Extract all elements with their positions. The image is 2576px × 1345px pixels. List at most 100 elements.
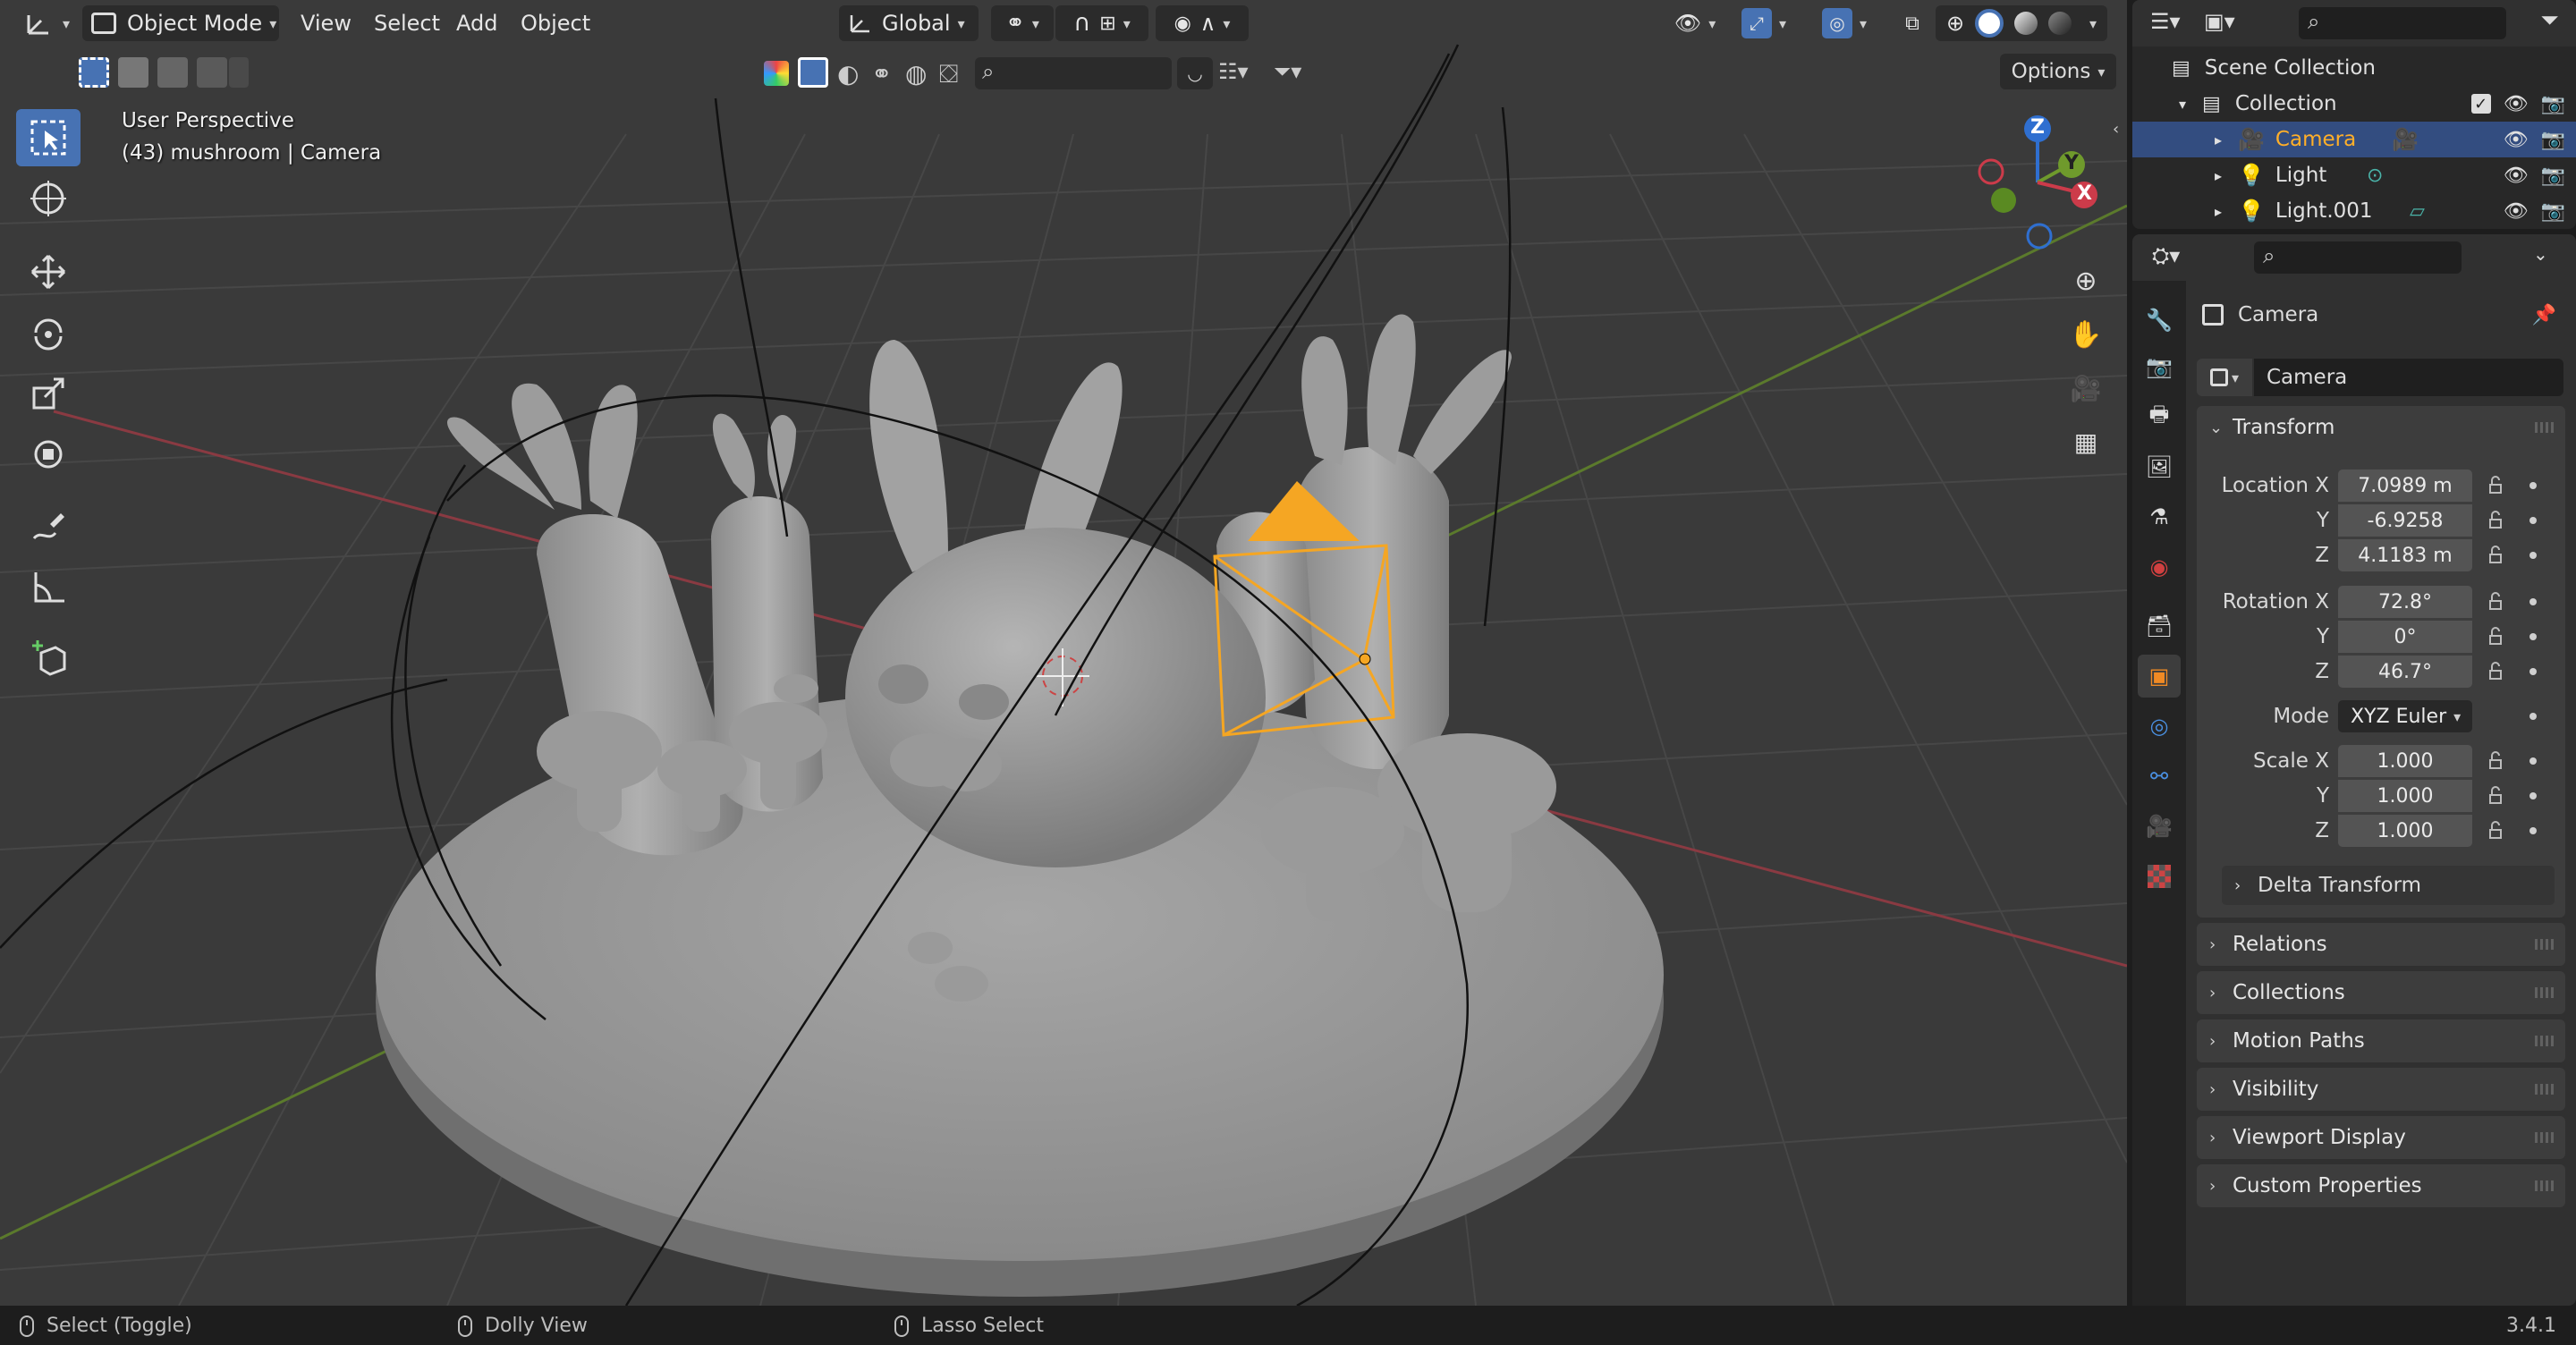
filter-search-input[interactable]: ⌕ xyxy=(975,57,1172,89)
scale-z-field[interactable]: 1.000 xyxy=(2338,815,2472,847)
keyframe-dot-icon[interactable] xyxy=(2529,598,2537,605)
lock-icon[interactable] xyxy=(2485,820,2506,842)
tab-object[interactable]: ▣ xyxy=(2138,655,2181,698)
zoom-button[interactable]: ⊕ xyxy=(2063,258,2109,304)
eye-icon[interactable]: 👁 xyxy=(2504,165,2529,187)
select-invert-icon[interactable] xyxy=(197,57,227,88)
eye-icon[interactable]: 👁 xyxy=(2504,200,2529,223)
location-y-field[interactable]: -6.9258 xyxy=(2338,504,2472,537)
rotate-tool[interactable] xyxy=(16,304,80,361)
camera-render-icon[interactable]: 📷 xyxy=(2541,93,2565,115)
keyframe-dot-icon[interactable] xyxy=(2529,482,2537,489)
keyframe-dot-icon[interactable] xyxy=(2529,757,2537,765)
options-dropdown[interactable]: Options ▾ xyxy=(2000,54,2116,89)
outliner-item-light-001[interactable]: ▸ 💡 Light.001 ▱ 👁 📷 xyxy=(2132,193,2576,229)
pin-icon[interactable]: 📌 xyxy=(2532,304,2556,326)
camera-render-icon[interactable]: 📷 xyxy=(2541,129,2565,151)
snap-toggle[interactable]: ∩ ⊞ ▾ xyxy=(1055,5,1148,41)
tab-tool[interactable]: 🔧 xyxy=(2138,299,2181,342)
drag-grip-icon[interactable] xyxy=(2535,1132,2555,1143)
lock-icon[interactable] xyxy=(2485,510,2506,531)
xray-toggle[interactable]: ⧉ xyxy=(1894,5,1930,41)
filter-icon[interactable]: ⏷▾ xyxy=(1274,59,1301,84)
gizmo-toggle[interactable]: ⤢ ▾ xyxy=(1730,5,1798,41)
object-types-icon[interactable] xyxy=(764,61,789,86)
tab-object-data[interactable]: 🎥 xyxy=(2138,805,2181,848)
keyframe-dot-icon[interactable] xyxy=(2529,827,2537,834)
drag-grip-icon[interactable] xyxy=(2535,939,2555,950)
mode-dropdown[interactable]: Object Mode ▾ xyxy=(82,5,279,41)
rotation-mode-dropdown[interactable]: XYZ Euler ▾ xyxy=(2338,700,2472,732)
rotation-x-field[interactable]: 72.8° xyxy=(2338,586,2472,618)
outliner-scene-collection[interactable]: ▤ Scene Collection xyxy=(2132,50,2576,86)
expand-arrow-icon[interactable]: ▾ xyxy=(2179,96,2186,113)
menu-object[interactable]: Object xyxy=(515,5,596,41)
outliner-item-light[interactable]: ▸ 💡 Light ⊙ 👁 📷 xyxy=(2132,157,2576,193)
select-box-icon[interactable] xyxy=(798,57,828,88)
wireframe-shading-icon[interactable]: ⊕ xyxy=(1946,11,1964,36)
sidebar-toggle-icon[interactable]: ‹ xyxy=(2113,120,2119,139)
camera-render-icon[interactable]: 📷 xyxy=(2541,165,2565,187)
chevron-down-icon[interactable]: ▾ xyxy=(2089,15,2097,32)
checkbox-icon[interactable]: ✓ xyxy=(2470,94,2491,114)
viewport-display-panel[interactable]: › Viewport Display xyxy=(2197,1116,2565,1159)
outliner-search-input[interactable]: ⌕ xyxy=(2299,7,2506,39)
scale-x-field[interactable]: 1.000 xyxy=(2338,745,2472,777)
tab-world[interactable]: ◉ xyxy=(2138,546,2181,588)
outliner-item-camera[interactable]: ▸ 🎥 Camera 🎥 👁 📷 xyxy=(2132,122,2576,157)
render-icon[interactable]: ⛋ xyxy=(939,59,958,89)
tab-texture[interactable] xyxy=(2138,855,2181,898)
3d-viewport[interactable]: ▾ Object Mode ▾ View Select Add Object G… xyxy=(0,0,2127,1306)
motion-paths-panel[interactable]: › Motion Paths xyxy=(2197,1019,2565,1062)
proportional-edit-toggle[interactable]: ◉ ∧ ▾ xyxy=(1156,5,1249,41)
drag-grip-icon[interactable] xyxy=(2535,1084,2555,1095)
relations-panel[interactable]: › Relations xyxy=(2197,923,2565,966)
collections-panel[interactable]: › Collections xyxy=(2197,971,2565,1014)
tab-view-layer[interactable]: 🖼 xyxy=(2138,445,2181,488)
view-layer-dropdown[interactable]: ▣▾ xyxy=(2204,9,2235,34)
keyframe-dot-icon[interactable] xyxy=(2529,552,2537,559)
tab-collection[interactable]: 🗃 xyxy=(2138,605,2181,647)
hierarchy-icon[interactable]: ☷▾ xyxy=(1218,59,1249,84)
expand-arrow-icon[interactable]: ▸ xyxy=(2215,203,2222,220)
tab-scene[interactable]: ⚗ xyxy=(2138,495,2181,538)
scale-tool[interactable] xyxy=(16,365,80,422)
lock-icon[interactable] xyxy=(2485,475,2506,496)
display-mode-dropdown[interactable]: ☰▾ xyxy=(2150,9,2181,34)
rendered-shading-icon[interactable] xyxy=(2048,12,2072,35)
location-x-field[interactable]: 7.0989 m xyxy=(2338,469,2472,502)
menu-select[interactable]: Select xyxy=(369,5,445,41)
material-shading-icon[interactable] xyxy=(2014,12,2038,35)
lock-icon[interactable] xyxy=(2485,750,2506,772)
menu-add[interactable]: Add xyxy=(451,5,503,41)
tab-output[interactable]: 🖶 xyxy=(2138,395,2181,438)
visibility-panel[interactable]: › Visibility xyxy=(2197,1068,2565,1111)
scale-y-field[interactable]: 1.000 xyxy=(2338,780,2472,812)
keyframe-dot-icon[interactable] xyxy=(2529,792,2537,799)
drag-grip-icon[interactable] xyxy=(2535,422,2555,433)
rotation-z-field[interactable]: 46.7° xyxy=(2338,656,2472,688)
transform-panel-header[interactable]: ⌄ Transform xyxy=(2197,406,2565,449)
location-z-field[interactable]: 4.1183 m xyxy=(2338,539,2472,571)
pivot-point-dropdown[interactable]: ⚭ ▾ xyxy=(991,5,1054,41)
rotation-y-field[interactable]: 0° xyxy=(2338,621,2472,653)
camera-view-button[interactable]: 🎥 xyxy=(2063,365,2109,411)
camera-render-icon[interactable]: 📷 xyxy=(2541,200,2565,223)
add-cube-tool[interactable] xyxy=(16,630,80,687)
pan-button[interactable]: ✋ xyxy=(2063,311,2109,358)
cursor-tool[interactable] xyxy=(16,170,80,227)
tab-constraints[interactable]: ⚯ xyxy=(2138,755,2181,798)
drag-grip-icon[interactable] xyxy=(2535,1180,2555,1191)
lock-icon[interactable] xyxy=(2485,591,2506,613)
solid-shading-icon[interactable] xyxy=(1975,9,2004,38)
keyframe-dot-icon[interactable] xyxy=(2529,517,2537,524)
keyframe-dot-icon[interactable] xyxy=(2529,713,2537,720)
sphere-icon[interactable]: ◐ xyxy=(837,59,859,89)
world-icon[interactable]: ◍ xyxy=(905,59,927,89)
drag-grip-icon[interactable] xyxy=(2535,987,2555,998)
transform-orientation-dropdown[interactable]: Global ▾ xyxy=(839,5,979,41)
options-chevron-icon[interactable]: ⌄ xyxy=(2533,243,2548,265)
perspective-toggle-button[interactable]: ▦ xyxy=(2063,419,2109,465)
select-tool[interactable] xyxy=(16,109,80,166)
navigation-gizmo[interactable]: Z Y X xyxy=(1968,111,2111,254)
